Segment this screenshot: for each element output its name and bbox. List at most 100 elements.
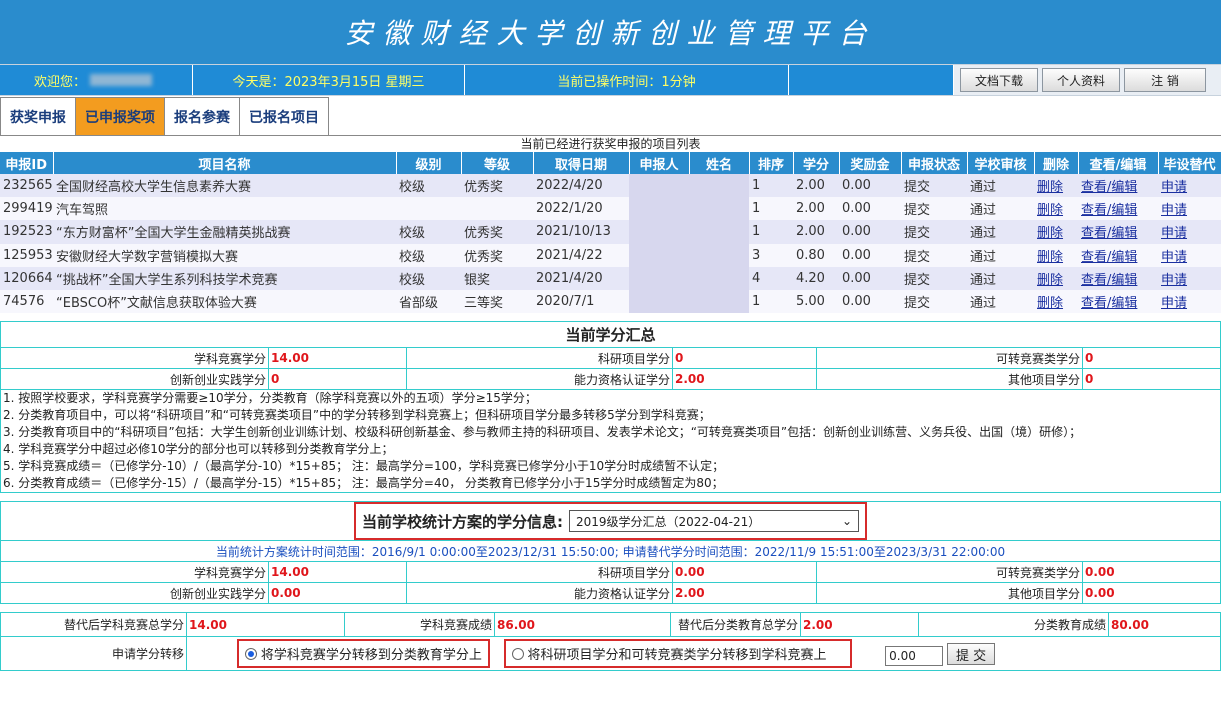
cell-applicant-blurred (629, 220, 689, 244)
cell-grade: 三等奖 (461, 289, 533, 314)
profile-button[interactable]: 个人资料 (1042, 68, 1121, 92)
note-line: 2. 分类教育项目中，可以将“科研项目”和“可转竞赛类项目”中的学分转移到学科竞… (3, 408, 711, 423)
scheme-selected-value: 2019级学分汇总（2022-04-21） (576, 514, 761, 529)
cell-date: 2021/4/20 (533, 266, 629, 290)
apply-link-text[interactable]: 申请 (1161, 250, 1187, 265)
cell-status: 提交 (901, 289, 967, 314)
apply-link-text[interactable]: 申请 (1161, 273, 1187, 288)
scheme-select[interactable]: 2019级学分汇总（2022-04-21） ⌄ (569, 510, 859, 533)
delete-link: 删除 (1034, 220, 1078, 244)
competition-value: 14.00 (268, 561, 407, 584)
transfer-amount-input[interactable]: 0.00 (885, 645, 944, 666)
apply-link-text[interactable]: 申请 (1161, 226, 1187, 241)
cell-review: 通过 (967, 174, 1034, 198)
view-edit-link-text[interactable]: 查看/编辑 (1081, 180, 1137, 195)
cell-rank: 1 (749, 220, 793, 244)
delete-link-text[interactable]: 删除 (1037, 180, 1063, 195)
tab-registered-projects[interactable]: 已报名项目 (239, 97, 329, 135)
cell-level: 校级 (396, 243, 461, 267)
view-edit-link-text[interactable]: 查看/编辑 (1081, 250, 1137, 265)
scheme-label: 当前学校统计方案的学分信息: (362, 512, 563, 531)
radio-option-2[interactable] (511, 647, 524, 660)
cell-id: 232565 (0, 174, 53, 198)
cell-date: 2021/4/22 (533, 243, 629, 267)
col-header: 姓名 (689, 152, 750, 174)
apply-link: 申请 (1158, 289, 1221, 314)
view-edit-link: 查看/编辑 (1078, 243, 1158, 267)
delete-link-text[interactable]: 删除 (1037, 203, 1063, 218)
view-edit-link-text[interactable]: 查看/编辑 (1081, 273, 1137, 288)
other-label: 其他项目学分 (816, 368, 1083, 391)
transfer-option-2[interactable]: 将科研项目学分和可转竞赛类学分转移到学科竞赛上 (503, 639, 852, 669)
cell-level: 校级 (396, 174, 461, 198)
note-line: 1. 按照学校要求，学科竞赛学分需要≥10学分，分类教育（除学科竞赛以外的五项）… (3, 391, 537, 406)
tab-register-contest[interactable]: 报名参赛 (164, 97, 240, 135)
cell-project-name: “东方财富杯”全国大学生金融精英挑战赛 (53, 220, 396, 244)
cert-label: 能力资格认证学分 (406, 582, 673, 605)
tab-applied-awards[interactable]: 已申报奖项 (75, 97, 165, 135)
view-edit-link-text[interactable]: 查看/编辑 (1081, 203, 1137, 218)
sub-comp-total-value: 14.00 (186, 612, 345, 638)
cell-date: 2020/7/1 (533, 289, 629, 314)
view-edit-link-text[interactable]: 查看/编辑 (1081, 296, 1137, 311)
cell-name-blurred (689, 243, 749, 267)
cell-id: 125953 (0, 243, 53, 267)
view-edit-link-text[interactable]: 查看/编辑 (1081, 226, 1137, 241)
apply-link-text[interactable]: 申请 (1161, 203, 1187, 218)
cell-level (396, 197, 461, 221)
cell-id: 192523 (0, 220, 53, 244)
cell-credit: 2.00 (793, 197, 839, 221)
apply-link-text[interactable]: 申请 (1161, 296, 1187, 311)
col-header: 申报ID (0, 152, 54, 174)
sub-class-total-label: 替代后分类教育总学分 (670, 612, 801, 638)
view-edit-link: 查看/编辑 (1078, 289, 1158, 314)
note-line: 5. 学科竞赛成绩＝（已修学分-10）/（最高学分-10）*15+85； 注：最… (3, 459, 725, 474)
spacer-cell (789, 65, 954, 95)
download-button[interactable]: 文档下载 (960, 68, 1039, 92)
cell-id: 299419 (0, 197, 53, 221)
cell-id: 74576 (0, 289, 53, 314)
cert-value: 2.00 (672, 582, 817, 605)
transferable-label: 可转竞赛类学分 (816, 561, 1083, 584)
award-table-caption: 当前已经进行获奖申报的项目列表 (520, 137, 701, 151)
radio-option-1[interactable] (244, 647, 257, 660)
elapsed-cell: 当前已操作时间：1分钟 (465, 65, 789, 95)
cell-grade: 优秀奖 (461, 243, 533, 267)
cert-label: 能力资格认证学分 (406, 368, 673, 391)
app-title: 安徽财经大学创新创业管理平台 (344, 17, 877, 50)
tab-award-apply[interactable]: 获奖申报 (0, 97, 76, 135)
apply-link-text[interactable]: 申请 (1161, 180, 1187, 195)
innovation-value: 0.00 (268, 582, 407, 605)
innovation-label: 创新创业实践学分 (0, 368, 269, 391)
cell-grade: 优秀奖 (461, 220, 533, 244)
cell-bonus: 0.00 (839, 266, 901, 290)
delete-link: 删除 (1034, 174, 1078, 198)
cell-review: 通过 (967, 197, 1034, 221)
cell-project-name: 全国财经高校大学生信息素养大赛 (53, 174, 396, 198)
transfer-option-1[interactable]: 将学科竞赛学分转移到分类教育学分上 (236, 639, 490, 669)
col-header: 申报状态 (901, 152, 968, 174)
table-row: 192523 “东方财富杯”全国大学生金融精英挑战赛 校级 优秀奖 2021/10/13… (0, 220, 1221, 244)
cell-bonus: 0.00 (839, 174, 901, 198)
option-2-label: 将科研项目学分和可转竞赛类学分转移到学科竞赛上 (527, 648, 827, 664)
submit-button[interactable]: 提 交 (946, 643, 996, 666)
col-header: 等级 (461, 152, 534, 174)
cell-rank: 4 (749, 266, 793, 290)
logout-button[interactable]: 注 销 (1124, 68, 1207, 92)
delete-link-text[interactable]: 删除 (1037, 296, 1063, 311)
cell-grade (461, 197, 533, 221)
delete-link-text[interactable]: 删除 (1037, 273, 1063, 288)
delete-link-text[interactable]: 删除 (1037, 250, 1063, 265)
award-table-body: 232565 全国财经高校大学生信息素养大赛 校级 优秀奖 2022/4/20 1 2.00… (0, 174, 1221, 314)
cell-project-name: 汽车驾照 (53, 197, 396, 221)
class-score-label: 分类教育成绩 (918, 612, 1109, 638)
delete-link-text[interactable]: 删除 (1037, 226, 1063, 241)
cell-date: 2022/1/20 (533, 197, 629, 221)
research-value: 0 (672, 347, 817, 370)
cell-status: 提交 (901, 220, 967, 244)
transferable-value: 0.00 (1082, 561, 1221, 584)
col-header: 查看/编辑 (1078, 152, 1159, 174)
col-header: 学校审核 (967, 152, 1035, 174)
transfer-row: 申请学分转移 将学科竞赛学分转移到分类教育学分上 将科研项目学分和可转竞赛类学分… (0, 636, 1221, 672)
cell-status: 提交 (901, 266, 967, 290)
